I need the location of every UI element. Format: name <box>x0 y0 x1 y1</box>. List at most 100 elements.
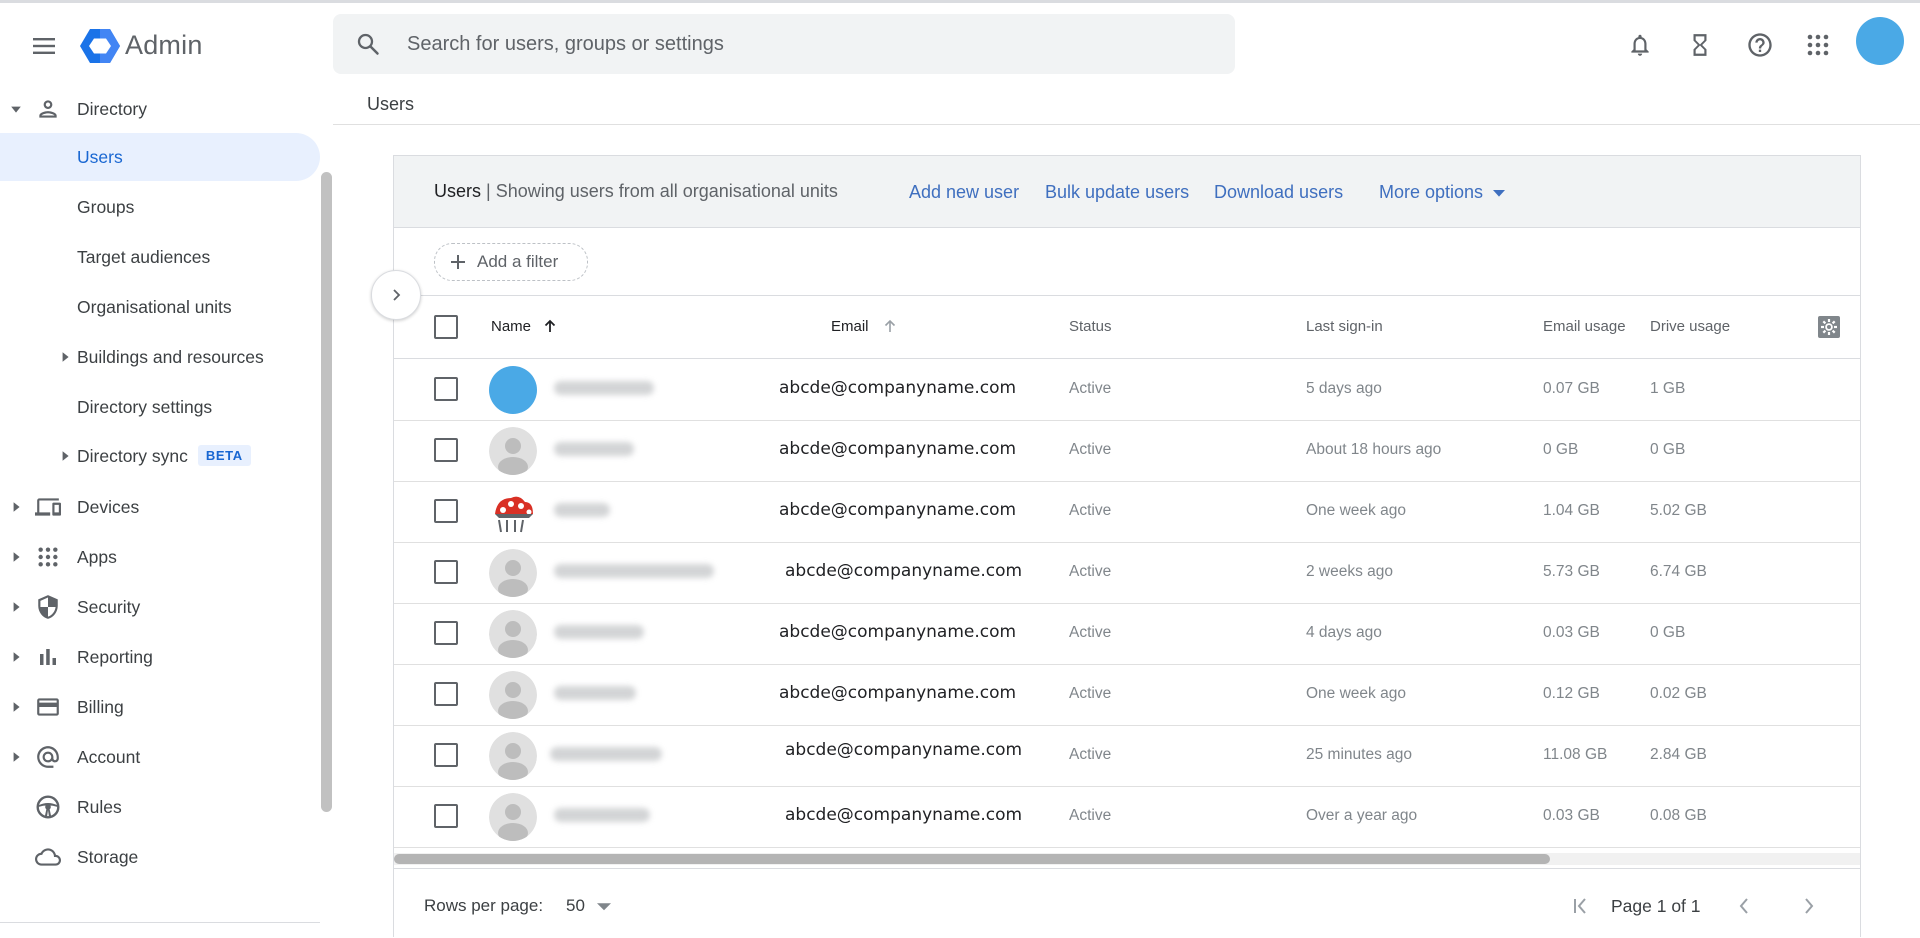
caret-right-icon[interactable] <box>9 750 23 764</box>
search-bar[interactable] <box>333 14 1235 74</box>
caret-right-icon[interactable] <box>9 700 23 714</box>
table-row[interactable]: abcde@companyname.com Active 2 weeks ago… <box>394 542 1860 604</box>
caret-right-icon[interactable] <box>9 650 23 664</box>
column-header-drive-usage[interactable]: Drive usage <box>1650 318 1730 335</box>
bulk-update-users-button[interactable]: Bulk update users <box>1045 182 1189 203</box>
column-header-email-usage[interactable]: Email usage <box>1543 318 1626 335</box>
admin-logo-icon[interactable] <box>80 28 120 64</box>
row-checkbox[interactable] <box>434 499 458 523</box>
column-header-email[interactable]: Email <box>831 318 897 335</box>
table-row[interactable]: abcde@companyname.com Active One week ag… <box>394 481 1860 543</box>
user-status: Active <box>1069 746 1112 763</box>
user-email: abcde@companyname.com <box>781 803 1027 827</box>
shield-icon <box>34 593 62 621</box>
row-checkbox[interactable] <box>434 560 458 584</box>
user-email-usage: 5.73 GB <box>1543 563 1600 580</box>
account-avatar[interactable] <box>1856 17 1904 65</box>
column-header-last-signin[interactable]: Last sign-in <box>1306 318 1383 335</box>
user-name-redacted[interactable] <box>554 442 634 456</box>
search-icon[interactable] <box>353 29 383 59</box>
help-button[interactable] <box>1744 29 1776 61</box>
caret-right-icon[interactable] <box>58 350 72 364</box>
table-row[interactable]: abcde@companyname.com Active Over a year… <box>394 786 1860 848</box>
sidebar-item-label: Billing <box>77 696 124 717</box>
tasks-button[interactable] <box>1684 29 1716 61</box>
user-drive-usage: 0 GB <box>1650 441 1686 458</box>
app-brand-name[interactable]: Admin <box>125 30 203 61</box>
user-status: Active <box>1069 807 1112 824</box>
row-checkbox[interactable] <box>434 377 458 401</box>
caret-right-icon[interactable] <box>9 500 23 514</box>
add-filter-button[interactable]: Add a filter <box>434 243 588 281</box>
column-header-status[interactable]: Status <box>1069 318 1112 335</box>
sidebar-item-users[interactable]: Users <box>0 133 320 181</box>
expand-org-panel-button[interactable] <box>371 270 421 320</box>
user-name-redacted[interactable] <box>554 564 714 578</box>
chevron-right-icon <box>393 289 401 301</box>
search-input[interactable] <box>405 31 1189 57</box>
users-card-title: Users | Showing users from all organisat… <box>434 181 838 202</box>
main-menu-button[interactable] <box>28 30 60 62</box>
google-apps-button[interactable] <box>1802 29 1834 61</box>
table-horizontal-scrollbar[interactable] <box>394 854 1550 864</box>
sidebar-item-directory-sync[interactable]: Directory sync BETA <box>0 432 320 480</box>
sidebar-item-organisational-units[interactable]: Organisational units <box>0 283 320 331</box>
sidebar-item-directory[interactable]: Directory <box>0 85 320 133</box>
caret-down-icon[interactable] <box>9 102 23 116</box>
column-settings-button[interactable] <box>1816 314 1842 340</box>
user-name-redacted[interactable] <box>554 808 650 822</box>
bell-icon <box>1631 34 1649 56</box>
sort-arrow-up-icon <box>545 319 556 332</box>
user-name-redacted[interactable] <box>554 686 636 700</box>
sidebar-item-apps[interactable]: Apps <box>0 533 320 581</box>
row-checkbox[interactable] <box>434 804 458 828</box>
table-row[interactable]: abcde@companyname.com Active 4 days ago … <box>394 603 1860 665</box>
user-name-redacted[interactable] <box>554 625 644 639</box>
sidebar-item-rules[interactable]: Rules <box>0 783 320 831</box>
user-email: abcde@companyname.com <box>781 738 1027 762</box>
more-options-button[interactable]: More options <box>1379 182 1506 203</box>
select-all-checkbox[interactable] <box>434 315 458 339</box>
sidebar-item-devices[interactable]: Devices <box>0 483 320 531</box>
next-page-button[interactable] <box>1795 892 1823 920</box>
table-row[interactable]: abcde@companyname.com Active About 18 ho… <box>394 420 1860 482</box>
row-checkbox[interactable] <box>434 621 458 645</box>
user-email-usage: 1.04 GB <box>1543 502 1600 519</box>
sidebar-item-reporting[interactable]: Reporting <box>0 633 320 681</box>
credit-card-icon <box>34 693 62 721</box>
caret-right-icon[interactable] <box>9 600 23 614</box>
users-card-title-rest: | Showing users from all organisational … <box>481 181 838 201</box>
row-checkbox[interactable] <box>434 743 458 767</box>
caret-right-icon[interactable] <box>9 550 23 564</box>
table-row[interactable]: abcde@companyname.com Active One week ag… <box>394 664 1860 726</box>
users-card-title-bold: Users <box>434 181 482 201</box>
user-name-redacted[interactable] <box>554 381 654 395</box>
chevron-right-icon <box>1805 898 1814 914</box>
first-page-button[interactable] <box>1567 892 1595 920</box>
user-name-redacted[interactable] <box>550 747 662 761</box>
users-card-header: Users | Showing users from all organisat… <box>394 156 1860 228</box>
user-drive-usage: 0.08 GB <box>1650 807 1707 824</box>
caret-right-icon[interactable] <box>58 449 72 463</box>
notifications-button[interactable] <box>1624 29 1656 61</box>
sidebar-item-label: Directory settings <box>77 396 213 417</box>
download-users-button[interactable]: Download users <box>1214 182 1343 203</box>
table-row[interactable]: abcde@companyname.com Active 5 days ago … <box>394 359 1860 421</box>
row-checkbox[interactable] <box>434 682 458 706</box>
sidebar-item-billing[interactable]: Billing <box>0 683 320 731</box>
sidebar-scrollbar[interactable] <box>321 172 332 812</box>
user-name-redacted[interactable] <box>554 503 610 517</box>
sidebar-item-groups[interactable]: Groups <box>0 183 320 231</box>
sidebar-item-account[interactable]: Account <box>0 733 320 781</box>
row-checkbox[interactable] <box>434 438 458 462</box>
sidebar-item-storage[interactable]: Storage <box>0 833 320 881</box>
previous-page-button[interactable] <box>1730 892 1758 920</box>
sidebar-item-target-audiences[interactable]: Target audiences <box>0 233 320 281</box>
rows-per-page-select[interactable]: 50 <box>566 896 611 916</box>
sidebar-item-buildings-and-resources[interactable]: Buildings and resources <box>0 333 320 381</box>
sidebar-item-directory-settings[interactable]: Directory settings <box>0 383 320 431</box>
column-header-name[interactable]: Name <box>491 318 557 335</box>
add-new-user-button[interactable]: Add new user <box>909 182 1019 203</box>
sidebar-item-security[interactable]: Security <box>0 583 320 631</box>
table-row[interactable]: abcde@companyname.com Active 25 minutes … <box>394 725 1860 787</box>
